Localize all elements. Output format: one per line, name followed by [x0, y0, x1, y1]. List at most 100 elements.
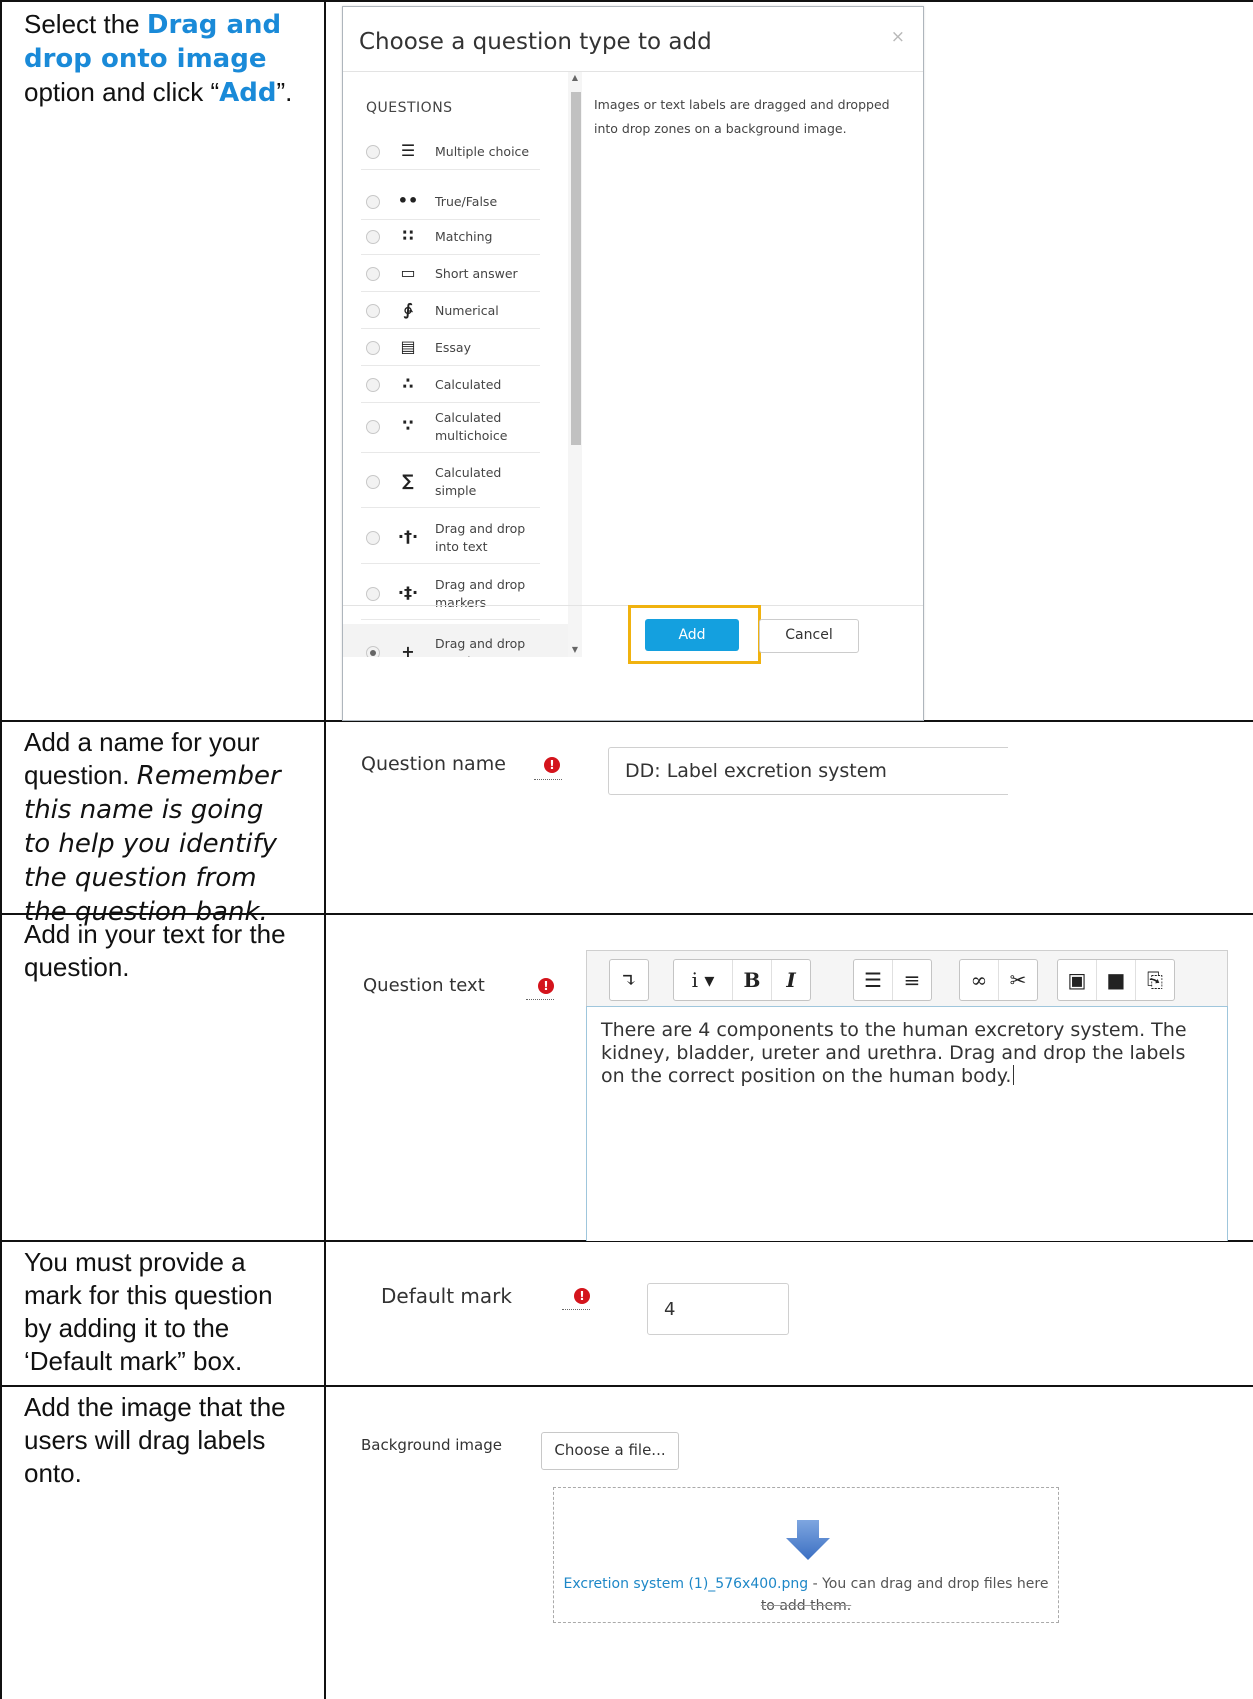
question-type-option[interactable]: ∳ Numerical [343, 293, 580, 329]
question-type-label: Calculated multichoice [435, 410, 508, 443]
paragraph-style-icon[interactable]: i ▾ [674, 960, 733, 1000]
default-mark-label: Default mark [381, 1284, 512, 1308]
question-type-radio[interactable] [366, 587, 380, 601]
question-name-label: Question name [361, 753, 506, 775]
close-icon[interactable]: × [891, 27, 905, 47]
insert-media-icon[interactable]: ■ [1097, 960, 1136, 1000]
question-type-radio[interactable] [366, 378, 380, 392]
unordered-list-icon[interactable]: ☰ [854, 960, 893, 1000]
question-text-value: There are 4 components to the human excr… [601, 1019, 1187, 1087]
question-name-input[interactable] [608, 747, 1008, 795]
highlight-add: Add [219, 78, 277, 108]
question-type-list: QUESTIONS ☰ Multiple choice •• True/False ∷ M… [343, 72, 581, 657]
file-drop-zone[interactable]: Excretion system (1)_576x400.png - You c… [553, 1487, 1059, 1623]
unlink-icon[interactable]: ✂ [999, 960, 1037, 1000]
choose-file-button[interactable]: Choose a file... [541, 1432, 679, 1470]
question-type-option[interactable]: ∷ Matching [343, 219, 580, 255]
question-type-radio[interactable] [366, 267, 380, 281]
italic-icon[interactable]: I [772, 960, 810, 1000]
insert-image-icon[interactable]: ▣ [1058, 960, 1097, 1000]
table-border-left [0, 0, 2, 1699]
question-type-label: Calculated simple [435, 465, 502, 498]
cancel-button[interactable]: Cancel [759, 619, 859, 653]
toolbar-group-format: i ▾ B I [673, 959, 811, 1001]
scrollbar-thumb[interactable] [571, 92, 581, 445]
dialog-title: Choose a question type to add [359, 29, 712, 55]
question-type-dialog: Choose a question type to add × QUESTION… [342, 6, 924, 721]
list-divider [361, 563, 540, 564]
scroll-up-icon[interactable]: ▲ [569, 73, 581, 82]
table-row-divider [0, 1385, 1253, 1387]
list-divider [361, 254, 540, 255]
question-type-label: Multiple choice [435, 144, 530, 159]
question-type-icon: •• [397, 191, 419, 210]
link-icon[interactable]: ∞ [960, 960, 999, 1000]
manage-files-icon[interactable]: ⎘ [1136, 960, 1174, 1000]
question-type-icon: ∑ [402, 471, 414, 490]
question-type-icon: ·†· [397, 527, 419, 546]
uploaded-file-link[interactable]: Excretion system (1)_576x400.png [564, 1576, 809, 1592]
drop-hint-2: to add them. [760, 1598, 852, 1614]
instruction-text: option and click “ [24, 77, 220, 107]
question-type-radio[interactable] [366, 341, 380, 355]
question-type-radio[interactable] [366, 230, 380, 244]
instruction-step-2: Add a name for your question. Remember t… [24, 726, 294, 929]
question-type-label: Numerical [435, 303, 499, 318]
question-type-radio[interactable] [366, 195, 380, 209]
question-type-option[interactable]: ▭ Short answer [343, 256, 580, 292]
table-border-top [0, 0, 1253, 2]
drop-hint: - You can drag and drop files here [808, 1576, 1049, 1592]
question-type-label: Calculated [435, 377, 502, 392]
question-type-option[interactable]: ∑ Calculated simple [343, 456, 580, 508]
toolbar-group-media: ▣ ■ ⎘ [1057, 959, 1175, 1001]
editor-toolbar: ↴ i ▾ B I ☰ ≡ ∞ ✂ ▣ ■ ⎘ [586, 950, 1228, 1007]
collapse-toolbar-icon[interactable]: ↴ [610, 960, 648, 1000]
instruction-text: ”. [276, 77, 293, 107]
toolbar-group-collapse: ↴ [609, 959, 649, 1001]
question-type-icon: ∷ [402, 226, 414, 245]
question-text-editor[interactable]: There are 4 components to the human excr… [586, 1006, 1228, 1241]
required-underline [534, 779, 562, 780]
required-icon: ! [538, 978, 554, 994]
ordered-list-icon[interactable]: ≡ [893, 960, 931, 1000]
question-type-label: Short answer [435, 266, 518, 281]
question-type-radio[interactable] [366, 475, 380, 489]
question-type-radio[interactable] [366, 531, 380, 545]
question-type-icon: ·‡· [397, 583, 419, 602]
question-text-content[interactable]: There are 4 components to the human excr… [601, 1019, 1213, 1088]
question-type-option[interactable]: ☰ Multiple choice [343, 134, 580, 170]
drop-zone-text: Excretion system (1)_576x400.png - You c… [554, 1573, 1058, 1617]
add-button[interactable]: Add [645, 619, 739, 651]
bold-icon[interactable]: B [733, 960, 772, 1000]
list-divider [361, 507, 540, 508]
table-column-divider [324, 0, 326, 1699]
down-arrow-icon [786, 1520, 830, 1560]
required-underline [526, 999, 554, 1000]
list-divider [361, 328, 540, 329]
required-icon: ! [574, 1288, 590, 1304]
default-mark-input[interactable] [647, 1283, 789, 1335]
question-type-description: Images or text labels are dragged and dr… [594, 97, 890, 136]
dialog-header: Choose a question type to add × [343, 7, 923, 72]
question-type-option[interactable]: ∴ Calculated [343, 367, 580, 403]
question-type-option[interactable]: •• True/False [343, 184, 580, 220]
list-divider [361, 365, 540, 366]
questions-heading: QUESTIONS [366, 100, 453, 116]
question-type-radio[interactable] [366, 145, 380, 159]
question-type-icon: ∳ [403, 300, 413, 319]
question-type-label: Matching [435, 229, 493, 244]
instruction-step-4: You must provide a mark for this questio… [24, 1247, 273, 1376]
question-type-radio[interactable] [366, 304, 380, 318]
question-type-option[interactable]: ·†· Drag and drop into text [343, 512, 580, 564]
question-type-label: True/False [435, 194, 498, 209]
toolbar-group-lists: ☰ ≡ [853, 959, 932, 1001]
list-divider [361, 169, 540, 170]
question-type-icon: ∵ [402, 416, 414, 435]
instruction-text: Select the [24, 9, 147, 39]
question-type-option[interactable]: ∵ Calculated multichoice [343, 401, 580, 453]
toolbar-group-links: ∞ ✂ [959, 959, 1038, 1001]
question-type-option[interactable]: ▤ Essay [343, 330, 580, 366]
required-icon: ! [544, 757, 560, 773]
question-type-label: Essay [435, 340, 471, 355]
question-type-radio[interactable] [366, 420, 380, 434]
